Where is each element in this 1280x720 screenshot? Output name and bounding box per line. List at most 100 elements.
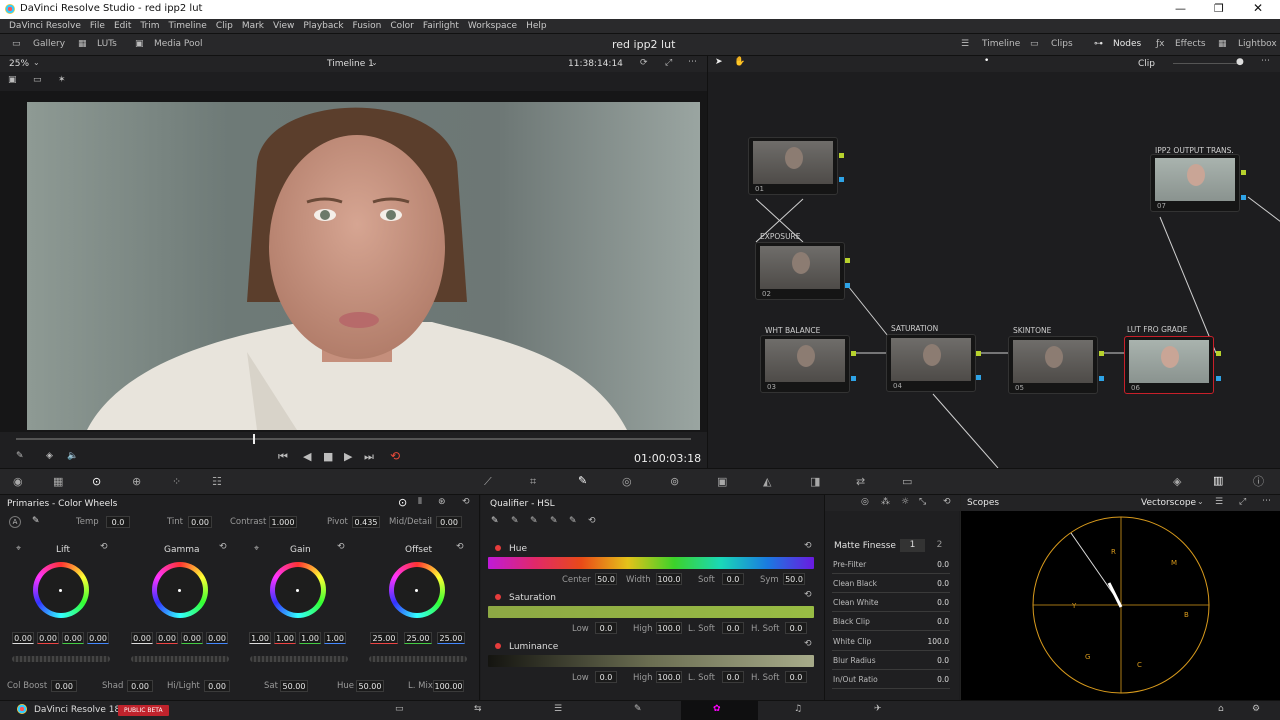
gamma-master-wheel[interactable] (131, 656, 229, 662)
log-mode-icon[interactable]: ⊛ (438, 497, 446, 507)
blur-radius-row[interactable]: Blur Radius 0.0 (832, 653, 950, 670)
settings-gear-icon[interactable]: ⚙ (1252, 704, 1260, 714)
curves-icon[interactable]: ⟋ (484, 476, 492, 487)
pre-filter-row[interactable]: Pre-Filter 0.0 (832, 557, 950, 574)
middetail-input[interactable]: 0.00 (436, 516, 462, 528)
more-options-icon[interactable]: ⋯ (1261, 56, 1270, 66)
menu-timeline[interactable]: Timeline (169, 19, 207, 33)
menu-playback[interactable]: Playback (303, 19, 343, 33)
menu-mark[interactable]: Mark (242, 19, 264, 33)
close-button[interactable]: ✕ (1253, 1, 1263, 15)
gamma-y[interactable]: 0.00 (131, 632, 153, 644)
reset-icon[interactable]: ⟲ (943, 497, 951, 507)
row-value[interactable]: 0.0 (937, 617, 949, 626)
playhead[interactable] (253, 434, 255, 444)
node-06[interactable]: 06 (1124, 336, 1214, 394)
offset-b[interactable]: 25.00 (437, 632, 465, 644)
matte-tab-2[interactable]: 2 (927, 539, 952, 552)
volume-icon[interactable]: 🔈 (67, 451, 78, 461)
scopes-icon[interactable]: ▥ (1213, 475, 1223, 486)
node-01[interactable]: 01 (748, 137, 838, 195)
node-02[interactable]: 02 (755, 242, 845, 300)
gain-r[interactable]: 1.00 (274, 632, 296, 644)
go-to-start-button[interactable]: ⏮ (278, 450, 288, 464)
node-output-port[interactable] (851, 376, 856, 381)
gamma-r[interactable]: 0.00 (156, 632, 178, 644)
wheels-mode-icon[interactable]: ⊙ (398, 496, 407, 509)
hilight-input[interactable]: 0.00 (204, 680, 230, 692)
nodes-toggle[interactable]: Nodes (1113, 39, 1141, 49)
color-warper-icon[interactable]: ⌗ (530, 476, 536, 487)
node-editor[interactable]: ➤ ✋ • Clip ● ⋯ 01 EXPOSURE 02 WHT BALANC… (707, 56, 1280, 468)
node-output-port[interactable] (976, 375, 981, 380)
timeline-toggle[interactable]: Timeline (982, 39, 1020, 49)
magic-wand-icon[interactable]: ✶ (58, 75, 66, 85)
hue-enable-toggle[interactable] (495, 545, 501, 551)
fusion-page-icon[interactable]: ✎ (634, 704, 642, 714)
rgb-mode-icon[interactable]: ⁂ (881, 497, 890, 507)
sat-hsoft-input[interactable]: 0.0 (785, 622, 807, 634)
lum-hsoft-input[interactable]: 0.0 (785, 671, 807, 683)
3d-icon[interactable]: ▭ (902, 476, 912, 487)
lum-mode-icon[interactable]: ☼ (901, 497, 909, 507)
gain-wheel-center[interactable] (296, 589, 299, 592)
layers-icon[interactable]: ◈ (46, 451, 53, 461)
media-pool-button[interactable]: Media Pool (154, 39, 203, 49)
menu-fairlight[interactable]: Fairlight (423, 19, 459, 33)
expand-icon[interactable]: ⤢ (1239, 497, 1246, 507)
lum-high-input[interactable]: 100.0 (656, 671, 682, 683)
lift-wheel-center[interactable] (59, 589, 62, 592)
more-options-icon[interactable]: ⋯ (688, 57, 697, 67)
hue-input[interactable]: 50.00 (356, 680, 384, 692)
color-wheels-icon[interactable]: ⊙ (92, 476, 101, 487)
feather-minus-icon[interactable]: ✎ (550, 516, 558, 526)
crosshair-icon[interactable]: ⌖ (254, 544, 259, 554)
saturation-range-bar[interactable] (488, 606, 814, 618)
sym-input[interactable]: 50.0 (783, 573, 805, 585)
play-button[interactable]: ▶ (344, 450, 352, 463)
eyedropper-plus-icon[interactable]: ✎ (530, 516, 538, 526)
offset-master-wheel[interactable] (369, 656, 467, 662)
sizing-icon[interactable]: ⇄ (856, 476, 865, 487)
hdr-icon[interactable]: ☷ (212, 476, 222, 487)
split-icon[interactable]: ▣ (8, 75, 17, 85)
hsl-mode-icon[interactable]: ◎ (861, 497, 869, 507)
row-value[interactable]: 0.0 (937, 579, 949, 588)
color-page-icon[interactable]: ✿ (713, 704, 721, 714)
hue-range-bar[interactable] (488, 557, 814, 569)
fairlight-page-icon[interactable]: ♫ (794, 704, 802, 714)
node-output-port[interactable] (1099, 376, 1104, 381)
node-output-port[interactable] (1099, 351, 1104, 356)
pointer-icon[interactable]: ➤ (715, 57, 723, 67)
gain-master-wheel[interactable] (250, 656, 348, 662)
gain-g[interactable]: 1.00 (299, 632, 321, 644)
reset-icon[interactable]: ⟲ (804, 590, 812, 600)
node-output-port[interactable] (1241, 170, 1246, 175)
viewer-image[interactable] (27, 102, 700, 430)
stop-button[interactable]: ■ (323, 450, 333, 463)
menu-help[interactable]: Help (526, 19, 547, 33)
luminance-enable-toggle[interactable] (495, 643, 501, 649)
gallery-button[interactable]: Gallery (33, 39, 65, 49)
info-icon[interactable]: ⓘ (1253, 476, 1264, 487)
zoom-select[interactable]: 25% (9, 59, 29, 69)
temp-input[interactable]: 0.0 (106, 516, 130, 528)
node-03[interactable]: 03 (760, 335, 850, 393)
hand-icon[interactable]: ✋ (734, 57, 745, 67)
reset-icon[interactable]: ⟲ (462, 497, 470, 507)
node-mode-select[interactable]: Clip (1138, 59, 1155, 69)
row-value[interactable]: 0.0 (937, 675, 949, 684)
gain-b[interactable]: 1.00 (324, 632, 346, 644)
go-to-end-button[interactable]: ⏭ (364, 450, 374, 464)
node-output-port[interactable] (839, 153, 844, 158)
pen-tool-icon[interactable]: ✎ (16, 451, 24, 461)
edit-page-icon[interactable]: ☰ (554, 704, 562, 714)
media-page-icon[interactable]: ▭ (395, 704, 404, 714)
crosshair-icon[interactable]: ⌖ (16, 544, 21, 554)
reset-icon[interactable]: ⟲ (804, 639, 812, 649)
lift-y[interactable]: 0.00 (12, 632, 34, 644)
reset-icon[interactable]: ⟲ (804, 541, 812, 551)
motion-effects-icon[interactable]: ⁘ (172, 476, 181, 487)
more-options-icon[interactable]: ⋯ (1262, 496, 1271, 506)
eyedropper-icon[interactable]: ✎ (491, 516, 499, 526)
